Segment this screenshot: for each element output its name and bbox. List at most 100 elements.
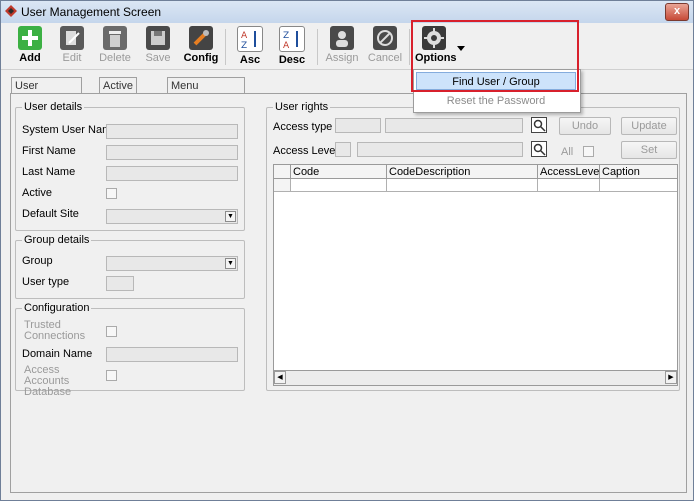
tab-active-users[interactable]: Active Users <box>99 77 137 108</box>
toolbar-separator <box>409 29 410 65</box>
domain-name-field[interactable] <box>106 347 238 362</box>
add-label: Add <box>19 52 41 64</box>
toolbar-separator <box>225 29 226 65</box>
group-label: Group <box>22 255 53 267</box>
scroll-left-icon[interactable]: ◀ <box>274 371 286 384</box>
sort-desc-icon: ZA <box>279 26 305 52</box>
delete-label: Delete <box>99 52 131 64</box>
cancel-icon <box>373 26 397 50</box>
trusted-connections-label: Trusted Connections <box>24 319 86 342</box>
configuration-group: Configuration Trusted Connections Domain… <box>15 302 245 398</box>
save-label: Save <box>145 52 171 64</box>
config-button[interactable]: Config <box>182 26 220 68</box>
access-accounts-database-label: Access Accounts Database <box>24 364 72 398</box>
toolbar-separator <box>317 29 318 65</box>
access-type-description-field[interactable] <box>385 118 523 133</box>
set-button[interactable]: Set <box>621 141 677 159</box>
default-site-label: Default Site <box>22 208 79 220</box>
access-type-code-field[interactable] <box>335 118 381 133</box>
first-name-field[interactable] <box>106 145 238 160</box>
user-rights-legend: User rights <box>273 101 331 113</box>
system-user-name-field[interactable] <box>106 124 238 139</box>
user-type-field[interactable] <box>106 276 134 291</box>
user-details-group: User details System User Name First Name… <box>15 101 245 231</box>
domain-name-label: Domain Name <box>22 348 93 360</box>
access-type-label: Access type <box>273 121 333 133</box>
assign-button[interactable]: Assign <box>323 26 361 68</box>
default-site-dropdown[interactable]: ▼ <box>106 209 238 224</box>
group-details-group: Group details Group ▼ User type <box>15 234 245 299</box>
update-button[interactable]: Update <box>621 117 677 135</box>
table-cell[interactable] <box>538 179 600 192</box>
user-rights-table: Code CodeDescription AccessLevel Caption… <box>273 164 678 386</box>
first-name-label: First Name <box>22 145 76 157</box>
assign-icon <box>330 26 354 50</box>
table-cell[interactable] <box>291 179 387 192</box>
cancel-button[interactable]: Cancel <box>366 26 404 68</box>
tab-menu-customisation[interactable]: Menu Customisation <box>167 77 245 108</box>
delete-button[interactable]: Delete <box>96 26 134 68</box>
user-maintenance-panel: User details System User Name First Name… <box>10 93 687 493</box>
user-type-label: User type <box>22 276 70 288</box>
assign-label: Assign <box>325 52 359 64</box>
add-button[interactable]: Add <box>11 26 49 68</box>
access-level-code-field[interactable] <box>335 142 351 157</box>
config-label: Config <box>183 52 219 64</box>
config-icon <box>189 26 213 50</box>
user-details-legend: User details <box>22 101 85 113</box>
edit-icon <box>60 26 84 50</box>
close-button[interactable]: x <box>665 3 689 21</box>
sort-desc-button[interactable]: ZA Desc <box>273 26 311 68</box>
table-row-header <box>274 179 291 192</box>
save-icon <box>146 26 170 50</box>
main-window: User Management Screen x Add Edit Delete… <box>0 0 694 501</box>
chevron-down-icon: ▼ <box>225 258 236 269</box>
access-level-description-field[interactable] <box>357 142 523 157</box>
last-name-label: Last Name <box>22 166 76 178</box>
sort-asc-icon: AZ <box>237 26 263 52</box>
column-header-code[interactable]: Code <box>291 165 387 179</box>
add-icon <box>18 26 42 50</box>
toolbar: Add Edit Delete Save Config AZ Asc ZA De… <box>1 23 693 70</box>
column-header-caption[interactable]: Caption <box>600 165 677 179</box>
sort-asc-label: Asc <box>239 54 261 66</box>
access-accounts-database-checkbox[interactable] <box>106 370 117 381</box>
system-user-name-label: System User Name <box>22 124 118 136</box>
save-button[interactable]: Save <box>139 26 177 68</box>
column-header-access-level[interactable]: AccessLevel <box>538 165 602 179</box>
column-header-code-description[interactable]: CodeDescription <box>387 165 538 179</box>
find-icon[interactable] <box>531 141 547 157</box>
app-icon <box>5 5 17 17</box>
reset-password-menu-item[interactable]: Reset the Password <box>416 92 576 110</box>
active-label: Active <box>22 187 52 199</box>
table-corner-header <box>274 165 291 179</box>
scroll-right-icon[interactable]: ▶ <box>665 371 677 384</box>
last-name-field[interactable] <box>106 166 238 181</box>
window-title: User Management Screen <box>21 5 162 19</box>
svg-text:Z: Z <box>283 31 289 41</box>
table-cell[interactable] <box>387 179 538 192</box>
horizontal-scrollbar[interactable]: ◀ ▶ <box>274 370 677 385</box>
group-details-legend: Group details <box>22 234 92 246</box>
trusted-connections-checkbox[interactable] <box>106 326 117 337</box>
edit-label: Edit <box>62 52 82 64</box>
table-cell[interactable] <box>600 179 677 192</box>
title-bar: User Management Screen x <box>1 1 693 24</box>
tab-user-maintenance[interactable]: User Maintenance <box>11 77 82 108</box>
edit-button[interactable]: Edit <box>53 26 91 68</box>
access-level-label: Access Level <box>273 145 338 157</box>
chevron-down-icon: ▼ <box>225 211 236 222</box>
cancel-label: Cancel <box>367 52 403 64</box>
sort-asc-button[interactable]: AZ Asc <box>231 26 269 68</box>
highlight-box <box>411 20 579 92</box>
find-icon[interactable] <box>531 117 547 133</box>
active-checkbox[interactable] <box>106 188 117 199</box>
svg-text:A: A <box>283 41 290 51</box>
configuration-legend: Configuration <box>22 302 92 314</box>
delete-icon <box>103 26 127 50</box>
all-checkbox[interactable] <box>583 146 594 157</box>
sort-desc-label: Desc <box>278 54 306 66</box>
group-dropdown[interactable]: ▼ <box>106 256 238 271</box>
svg-text:Z: Z <box>241 41 247 51</box>
undo-button[interactable]: Undo <box>559 117 611 135</box>
